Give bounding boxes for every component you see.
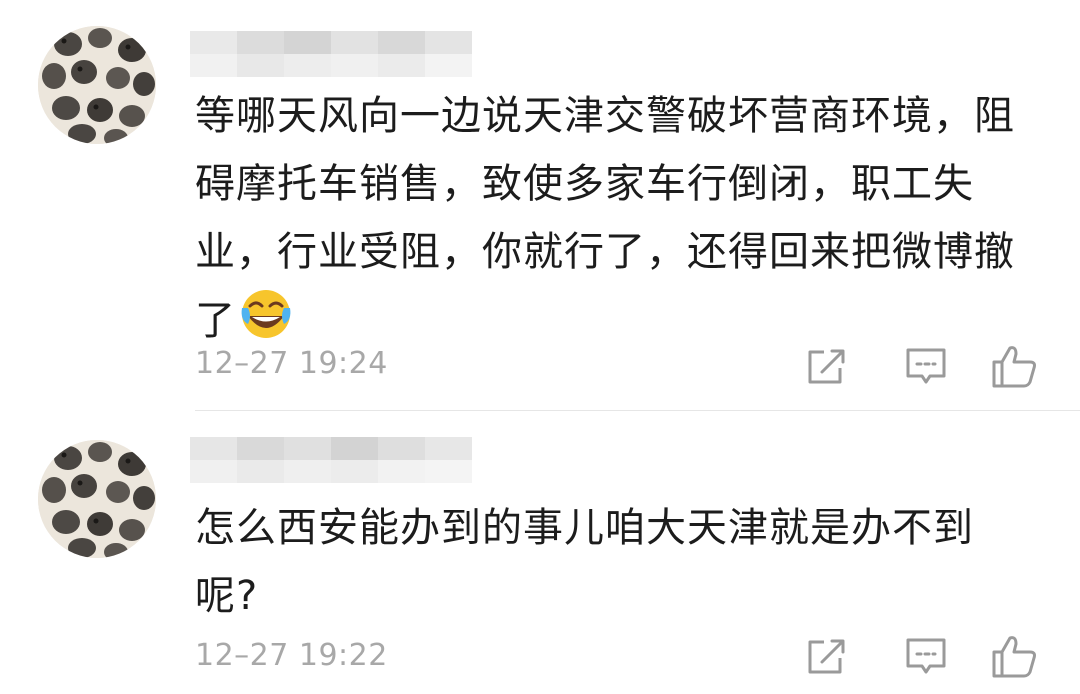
reply-icon [906, 638, 946, 674]
comment-text: 怎么西安能办到的事儿咱大天津就是办不到 呢? [195, 494, 1055, 630]
avatar-image [38, 440, 156, 558]
comment-text-line: 呢? [195, 573, 259, 619]
thumbs-up-icon [992, 636, 1036, 678]
avatar[interactable] [38, 440, 156, 558]
repost-button[interactable] [800, 630, 852, 682]
comment-actions [800, 630, 1040, 682]
repost-icon [808, 639, 845, 674]
username[interactable] [190, 437, 472, 483]
like-button[interactable] [988, 630, 1040, 682]
reply-button[interactable] [900, 630, 952, 682]
comment-text-line: 怎么西安能办到的事儿咱大天津就是办不到 [195, 505, 974, 551]
comment-timestamp: 12–27 19:22 [195, 638, 388, 673]
comment-item: 怎么西安能办到的事儿咱大天津就是办不到 呢? 12–27 19:22 [0, 0, 1080, 694]
username-text [190, 437, 191, 438]
